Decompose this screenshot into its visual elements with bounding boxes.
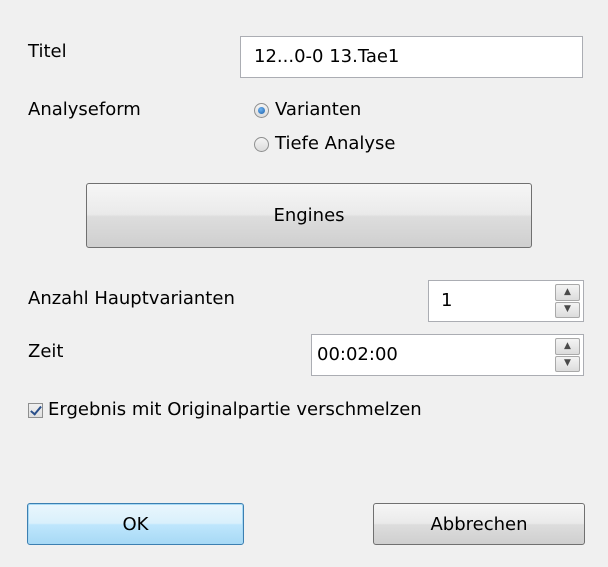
spin-down-icon[interactable]: ▼ [555,301,580,318]
radio-varianten-label: Varianten [275,99,362,120]
merge-checkbox-row[interactable]: Ergebnis mit Originalpartie verschmelzen [28,398,422,422]
spin-down-icon[interactable]: ▼ [555,355,580,372]
radio-varianten-button[interactable] [254,102,269,118]
radio-varianten[interactable]: Varianten [254,98,361,122]
zeit-spinbox[interactable]: 00:02:00 ▲ ▼ [311,334,584,376]
merge-checkbox-label: Ergebnis mit Originalpartie verschmelzen [48,399,422,420]
radio-tiefe-analyse-label: Tiefe Analyse [275,133,396,154]
radio-tiefe-analyse[interactable]: Tiefe Analyse [254,132,396,156]
zeit-label: Zeit [28,341,64,362]
cancel-button[interactable]: Abbrechen [373,503,585,545]
hauptvarianten-value[interactable]: 1 [441,290,452,312]
hauptvarianten-label: Anzahl Hauptvarianten [28,288,235,309]
titel-input[interactable]: 12...0-0 13.Tae1 [240,36,583,78]
radio-tiefe-analyse-button[interactable] [254,136,269,152]
spin-up-icon[interactable]: ▲ [555,338,580,355]
engines-button[interactable]: Engines [86,183,532,248]
hauptvarianten-spinbox[interactable]: 1 ▲ ▼ [428,280,584,322]
analyseform-label: Analyseform [28,99,141,120]
zeit-value[interactable]: 00:02:00 [317,344,398,366]
analysis-dialog: Titel 12...0-0 13.Tae1 Analyseform Varia… [0,0,608,567]
ok-button[interactable]: OK [27,503,244,545]
spin-up-icon[interactable]: ▲ [555,284,580,301]
titel-label: Titel [28,41,67,62]
merge-checkbox[interactable] [28,402,43,418]
